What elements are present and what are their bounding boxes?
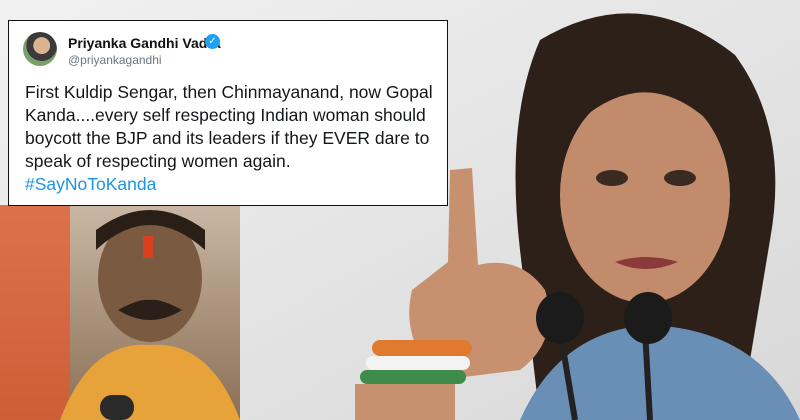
avatar[interactable] [23, 32, 57, 66]
verified-badge-icon: ✓ [205, 34, 220, 49]
left-man-photo [0, 205, 240, 420]
tweet-body: First Kuldip Sengar, then Chinmayanand, … [25, 82, 433, 171]
hashtag-link[interactable]: #SayNoToKanda [25, 173, 440, 196]
tweet-handle[interactable]: @priyankagandhi [68, 53, 162, 67]
news-collage: Priyanka Gandhi Vadra ✓ @priyankagandhi … [0, 0, 800, 420]
tweet-display-name[interactable]: Priyanka Gandhi Vadra [68, 35, 221, 51]
tweet-text: First Kuldip Sengar, then Chinmayanand, … [25, 81, 440, 196]
tweet-card: Priyanka Gandhi Vadra ✓ @priyankagandhi … [8, 20, 448, 206]
